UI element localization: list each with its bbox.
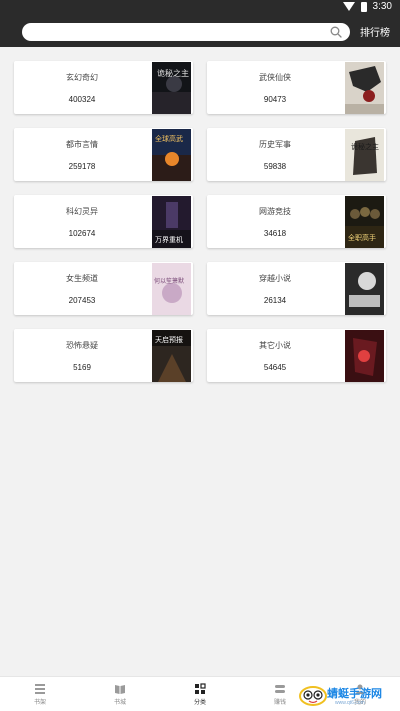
grid-icon (195, 683, 206, 694)
category-count: 259178 (68, 161, 96, 171)
category-title: 历史军事 (259, 139, 291, 149)
top-header: 排行榜 (0, 16, 400, 47)
category-title: 恐怖悬疑 (66, 340, 98, 350)
book-cover-image: 天启预报 (152, 330, 191, 382)
book-cover-image: 全球高武 (152, 129, 191, 181)
svg-text:全球高武: 全球高武 (155, 134, 183, 143)
category-count: 54645 (263, 362, 287, 372)
status-bar: 3:30 (0, 0, 400, 16)
category-count: 5169 (73, 362, 91, 372)
book-cover-image: 诡秘之主 (345, 129, 384, 181)
category-title: 女生频道 (66, 273, 98, 283)
book-cover-image: 诡秘之主 (152, 62, 191, 114)
ranking-link[interactable]: 排行榜 (360, 24, 390, 39)
tab-label: 书架 (33, 700, 46, 706)
category-title: 穿越小说 (259, 273, 291, 283)
tab-label: 分类 (193, 700, 206, 706)
status-icons: 3:30 (342, 1, 392, 12)
dragonfly-logo-icon (299, 686, 327, 706)
tab-label: 书城 (113, 700, 126, 706)
tab-label: 赚钱 (273, 700, 286, 706)
bookshelf-icon (35, 684, 45, 694)
wifi-icon (342, 2, 355, 11)
category-title: 科幻灵异 (66, 206, 98, 216)
category-count: 59838 (263, 161, 287, 171)
category-card[interactable]: 女生频道 207453 何以笙箫默 (14, 262, 193, 315)
category-card[interactable]: 玄幻奇幻 400324 诡秘之主 (14, 61, 193, 114)
category-card[interactable]: 历史军事 59838 诡秘之主 (207, 128, 386, 181)
status-time: 3:30 (372, 1, 392, 12)
category-title: 武侠仙侠 (259, 72, 291, 82)
category-card[interactable]: 穿越小说 26134 (207, 262, 386, 315)
category-card[interactable]: 网游竞技 34618 全职高手 (207, 195, 386, 248)
category-title: 网游竞技 (259, 206, 291, 216)
category-count: 90473 (263, 94, 287, 104)
tab-bookstore[interactable]: 书城 (80, 677, 160, 711)
coin-icon (275, 685, 285, 693)
svg-text:诡秘之主: 诡秘之主 (157, 68, 189, 78)
svg-text:何以笙箫默: 何以笙箫默 (154, 277, 184, 285)
book-icon (115, 685, 125, 694)
book-cover-image: 何以笙箫默 (152, 263, 191, 315)
category-card[interactable]: 都市言情 259178 全球高武 (14, 128, 193, 181)
category-title: 都市言情 (66, 139, 98, 149)
category-grid: 玄幻奇幻 400324 诡秘之主 武侠仙侠 90473 都市言情 259178 (14, 61, 386, 382)
category-count: 26134 (263, 295, 287, 305)
category-count: 207453 (68, 295, 96, 305)
battery-icon (360, 1, 367, 12)
book-cover-image (345, 62, 384, 114)
watermark-url: www.qt6.com (335, 700, 365, 706)
site-watermark: 蜻蜓手游网 www.qt6.com (295, 681, 400, 711)
watermark-text: 蜻蜓手游网 (327, 687, 382, 700)
search-bar[interactable] (22, 23, 350, 41)
category-card[interactable]: 武侠仙侠 90473 (207, 61, 386, 114)
category-count: 102674 (68, 228, 96, 238)
svg-text:诡秘之主: 诡秘之主 (351, 142, 379, 151)
category-count: 34618 (263, 228, 287, 238)
category-card[interactable]: 其它小说 54645 (207, 329, 386, 382)
svg-text:全职高手: 全职高手 (348, 233, 376, 242)
svg-text:万界重机: 万界重机 (155, 235, 183, 244)
category-card[interactable]: 科幻灵异 102674 万界重机 (14, 195, 193, 248)
tab-bookshelf[interactable]: 书架 (0, 677, 80, 711)
category-title: 其它小说 (259, 340, 291, 350)
category-card[interactable]: 恐怖悬疑 5169 天启预报 (14, 329, 193, 382)
category-count: 400324 (68, 94, 96, 104)
book-cover-image (345, 263, 384, 315)
book-cover-image: 万界重机 (152, 196, 191, 248)
category-title: 玄幻奇幻 (66, 72, 98, 82)
tab-categories[interactable]: 分类 (160, 677, 240, 711)
book-cover-image: 全职高手 (345, 196, 384, 248)
book-cover-image (345, 330, 384, 382)
svg-text:天启预报: 天启预报 (155, 335, 183, 344)
search-icon[interactable] (330, 26, 342, 38)
